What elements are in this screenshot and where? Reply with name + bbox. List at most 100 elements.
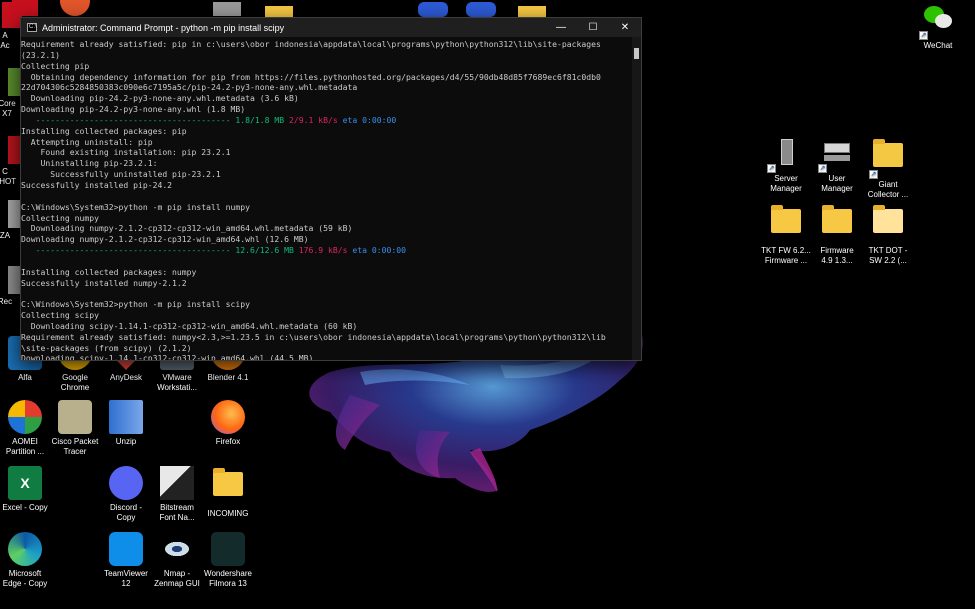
desktop-icon-discord[interactable]: Discord - Copy (100, 466, 152, 523)
edge-icon (8, 532, 42, 566)
unzip-icon (109, 400, 143, 434)
terminal-line: Uninstalling pip-23.2.1: (21, 158, 158, 169)
desktop-icon-nmap[interactable]: Nmap - Zenmap GUI (151, 532, 203, 589)
close-button[interactable]: ✕ (609, 18, 641, 37)
download-rate: 2/9.1 kB/s (284, 114, 338, 125)
terminal-output[interactable]: Requirement already satisfied: pip in c:… (21, 37, 632, 360)
minimize-button[interactable]: — (545, 18, 577, 37)
command-prompt-window[interactable]: C:\ Administrator: Command Prompt - pyth… (20, 17, 642, 361)
desktop-icon-unzip[interactable]: Unzip (100, 400, 152, 447)
desktop-icon-tkt-dot[interactable]: TKT DOT - SW 2.2 (... (862, 203, 914, 266)
desktop-icon-label: AnyDesk (109, 373, 142, 382)
download-size: 12.6/12.6 MB (235, 245, 294, 256)
desktop-icon-label: Bitstream Font Na... (159, 503, 195, 522)
shortcut-arrow-icon: ↗ (767, 164, 776, 173)
cisco-packet-tracer-icon (58, 400, 92, 434)
desktop-icon-edge[interactable]: Microsoft Edge - Copy (0, 532, 51, 589)
desktop-icon-label: Server Manager (770, 174, 802, 193)
desktop-icon-label: User Manager (821, 174, 853, 193)
terminal-line: \site-packages (from scipy) (2.1.2) (21, 342, 192, 353)
desktop-icon-cisco[interactable]: Cisco Packet Tracer (49, 400, 101, 457)
desktop-icon-rec[interactable]: Rec (0, 266, 22, 307)
firefox-icon (211, 400, 245, 434)
terminal-line: C:\Windows\System32>python -m pip instal… (21, 201, 251, 212)
top-folder-icon-2[interactable] (518, 6, 546, 17)
desktop-icon-user-manager[interactable]: ↗ User Manager (811, 137, 863, 194)
desktop-icon-label: Firmware 4.9 1.3... (820, 246, 854, 265)
desktop-icon-label: AOMEI Partition ... (5, 437, 45, 456)
desktop-icon-label: TKT DOT - SW 2.2 (... (868, 246, 908, 265)
desktop-icon-label: A Ac (0, 31, 10, 50)
desktop-icon-label: Wondershare Filmora 13 (204, 569, 252, 588)
desktop-icon-za[interactable]: ZA (0, 200, 22, 241)
desktop-icon-label: Discord - Copy (109, 503, 142, 522)
desktop-icon-label: Google Chrome (60, 373, 90, 392)
desktop-icon-wechat[interactable]: ↗ WeChat (912, 4, 964, 51)
folder-icon: ↗ (869, 139, 905, 179)
desktop-icon-tkt-fw[interactable]: TKT FW 6.2... Firmware ... (760, 203, 812, 266)
command-prompt-icon: C:\ (27, 23, 37, 32)
window-titlebar[interactable]: C:\ Administrator: Command Prompt - pyth… (21, 18, 641, 37)
terminal-line: Successfully uninstalled pip-23.2.1 (21, 169, 221, 180)
desktop-icon-label: Cisco Packet Tracer (51, 437, 99, 456)
top-app-icon-cube[interactable] (213, 2, 241, 16)
user-manager-icon: ↗ (818, 137, 854, 173)
desktop-icon-incoming[interactable]: INCOMING (202, 466, 254, 519)
wechat-icon: ↗ (919, 4, 955, 40)
server-manager-icon: ↗ (767, 137, 803, 173)
folder-icon (871, 205, 905, 243)
top-app-icon-blue-1[interactable] (418, 2, 448, 17)
terminal-line: Downloading numpy-2.1.2-cp312-cp312-win_… (21, 234, 309, 245)
desktop-icon-photo[interactable]: C PHOT (0, 136, 22, 187)
top-folder-icon[interactable] (265, 6, 293, 17)
scrollbar-thumb[interactable] (634, 48, 639, 59)
desktop-icon-label: Nmap - Zenmap GUI (154, 569, 200, 588)
terminal-line: Successfully installed pip-24.2 (21, 179, 173, 190)
folder-icon (820, 205, 854, 243)
desktop-icon-label: Excel - Copy (2, 503, 48, 512)
desktop-icon-bitstream[interactable]: Bitstream Font Na... (151, 466, 203, 523)
desktop-icon-aomei[interactable]: AOMEI Partition ... (0, 400, 51, 457)
desktop-icon-label: INCOMING (207, 509, 249, 518)
terminal-line: ----------------------------------------… (21, 245, 632, 256)
terminal-line: Downloading pip-24.2-py3-none-any.whl (1… (21, 104, 246, 115)
desktop-icon-label: Alfa (18, 373, 32, 382)
terminal-line: Successfully installed numpy-2.1.2 (21, 277, 187, 288)
folder-icon (211, 468, 245, 506)
desktop-icon-giant-collector[interactable]: ↗ Giant Collector ... (862, 137, 914, 200)
desktop-icon-teamviewer[interactable]: TeamViewer 12 (100, 532, 152, 589)
desktop-icon-firefox[interactable]: Firefox (202, 400, 254, 447)
desktop-icon-firmware-49[interactable]: Firmware 4.9 1.3... (811, 203, 863, 266)
desktop-icon-label: Firefox (215, 437, 241, 446)
desktop-icon-label: Rec (0, 297, 13, 306)
terminal-line: Installing collected packages: pip (21, 125, 187, 136)
download-eta: eta 0:00:00 (347, 245, 406, 256)
desktop-icon-server-manager[interactable]: ↗ Server Manager (760, 137, 812, 194)
filmora-icon (211, 532, 245, 566)
excel-icon: X (8, 466, 42, 500)
desktop-icon-excel[interactable]: X Excel - Copy (0, 466, 51, 513)
teamviewer-icon (109, 532, 143, 566)
desktop-icon-label: ZA (0, 231, 11, 240)
desktop-icon-label: Unzip (115, 437, 137, 446)
maximize-button[interactable]: ☐ (577, 18, 609, 37)
vertical-scrollbar[interactable] (632, 37, 641, 360)
desktop-icon-a-ac[interactable]: A Ac (0, 2, 22, 51)
terminal-line: Downloading scipy-1.14.1-cp312-cp312-win… (21, 353, 314, 360)
window-title: Administrator: Command Prompt - python -… (42, 22, 285, 33)
shortcut-arrow-icon: ↗ (919, 31, 928, 40)
aomei-icon (8, 400, 42, 434)
progress-bar-done: ---------------------------------------- (21, 245, 236, 256)
desktop-icon-label: TKT FW 6.2... Firmware ... (761, 246, 811, 265)
desktop-icon-filmora[interactable]: Wondershare Filmora 13 (202, 532, 254, 589)
desktop-icon-label: WeChat (923, 41, 953, 50)
desktop-icon-label: Blender 4.1 (207, 373, 249, 382)
download-eta: eta 0:00:00 (337, 114, 397, 125)
download-rate: 176.9 kB/s (293, 245, 348, 256)
download-size: 1.8/1.8 MB (235, 114, 285, 125)
desktop-icon-label: VMware Workstati... (157, 373, 197, 392)
top-app-icon-blue-2[interactable] (466, 2, 496, 17)
